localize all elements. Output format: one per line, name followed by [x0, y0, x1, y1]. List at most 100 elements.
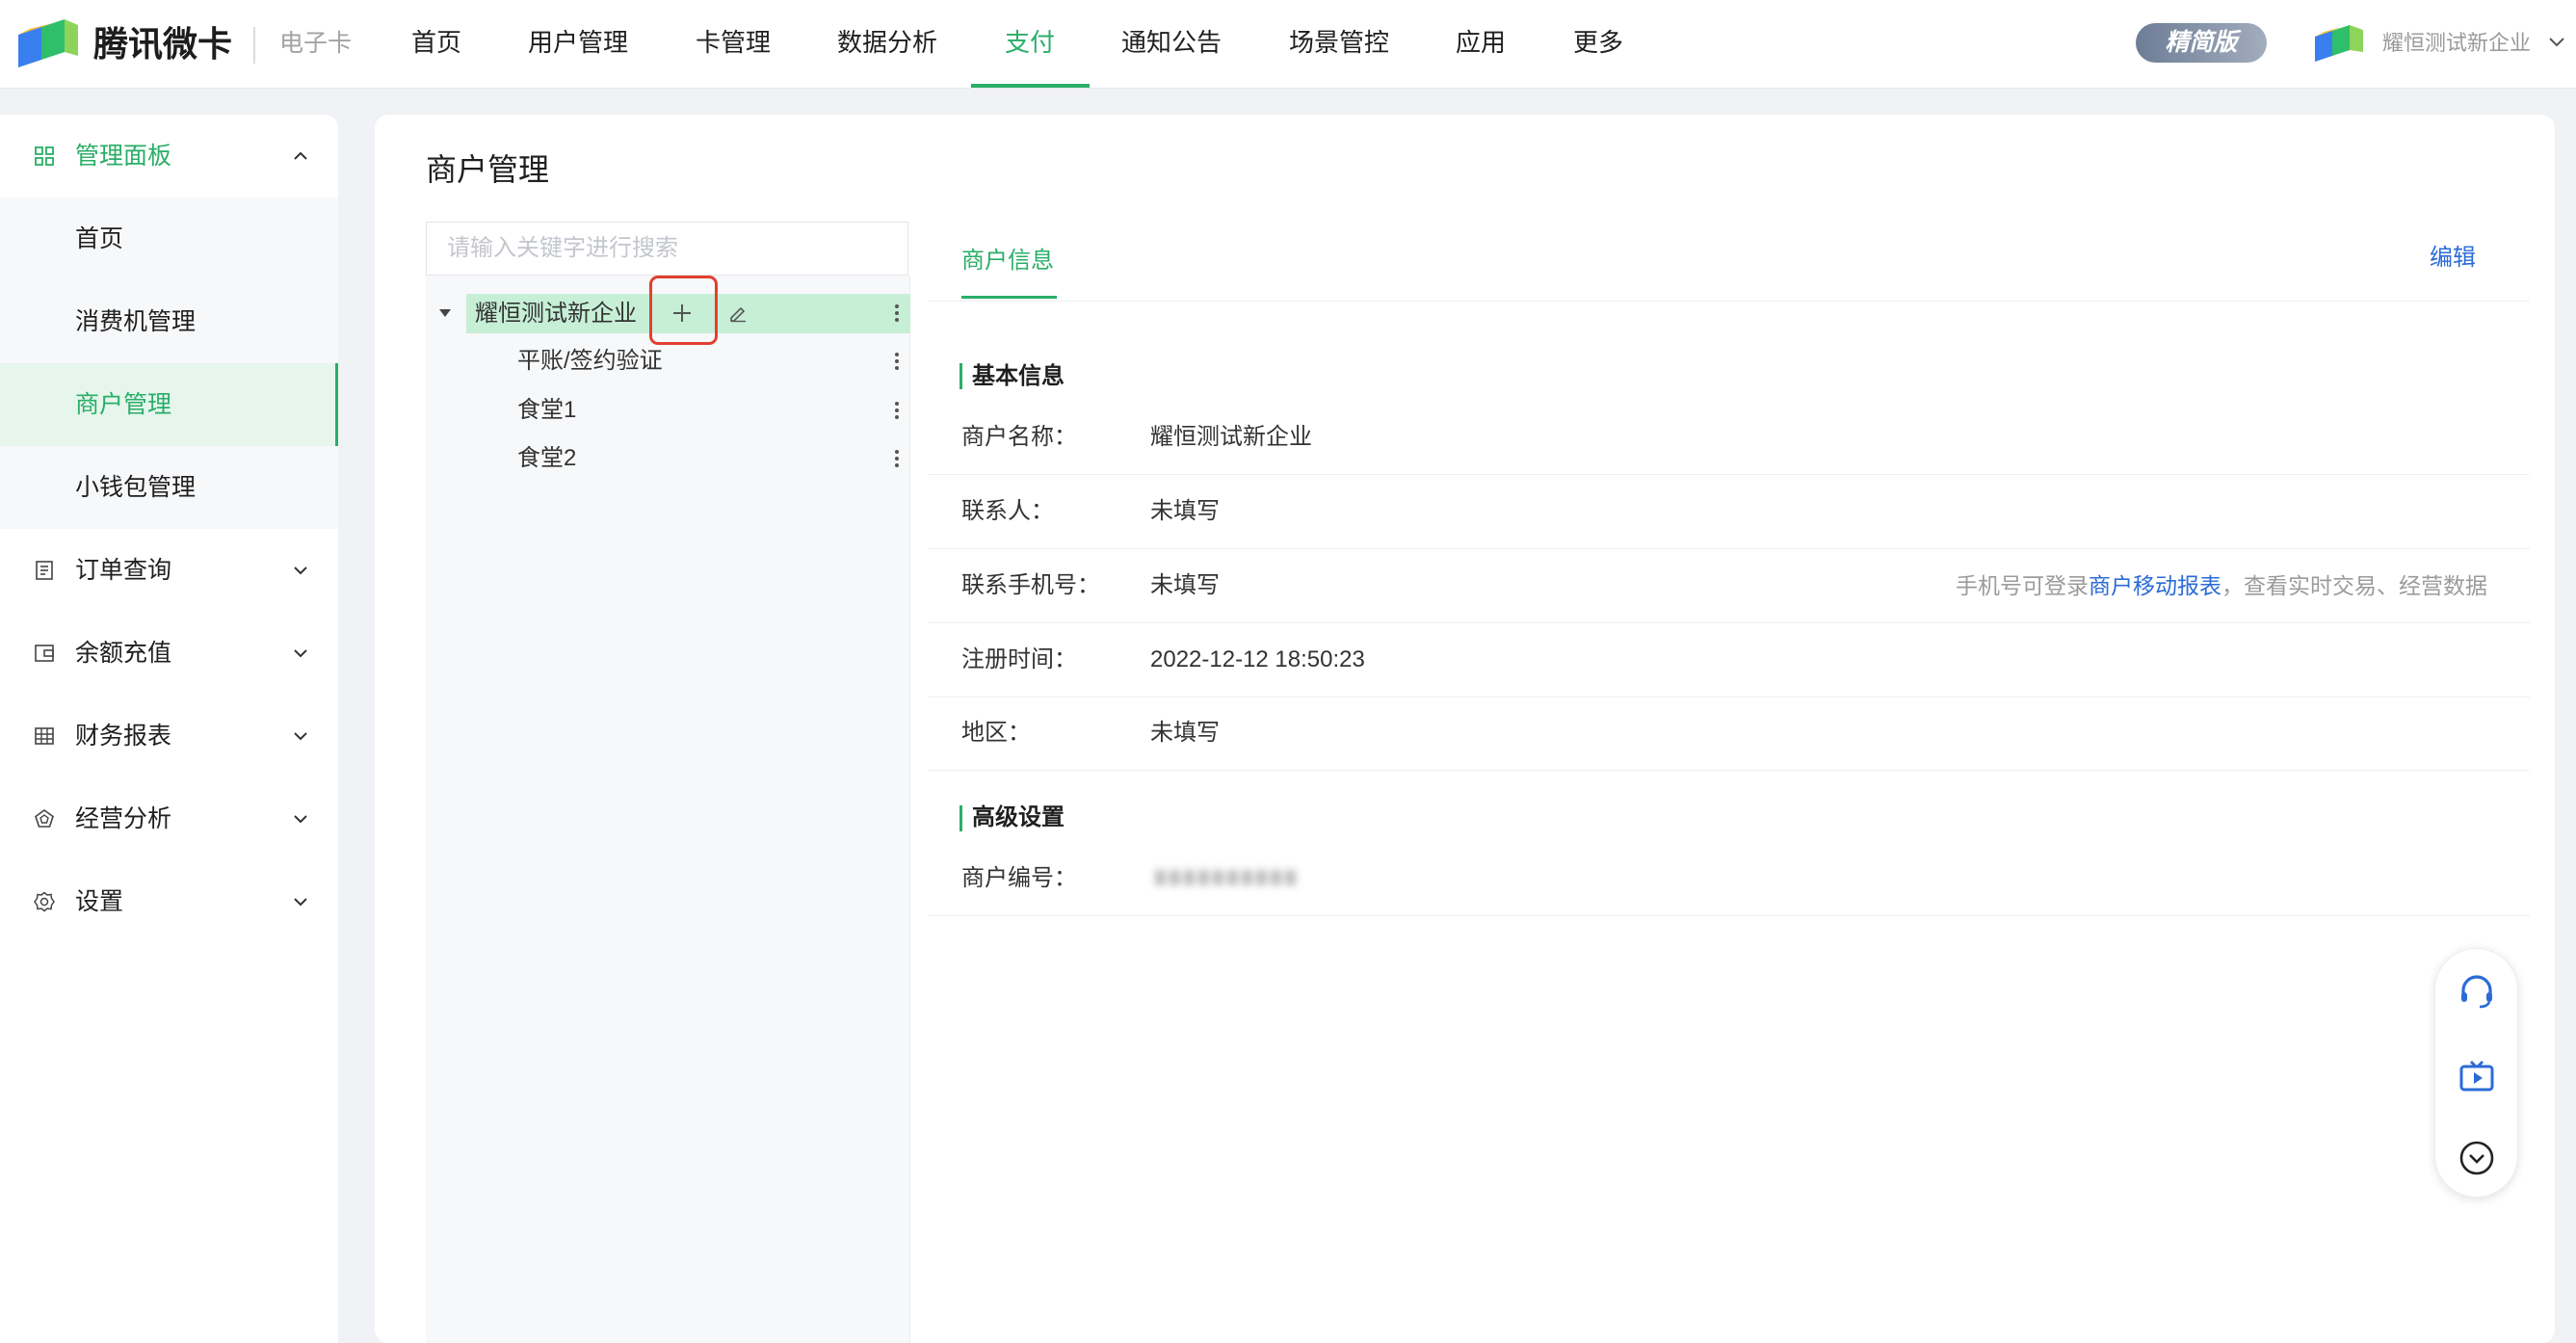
sidebar-item-small-wallet-management[interactable]: 小钱包管理 — [0, 446, 338, 529]
nav-item-card-management[interactable]: 卡管理 — [696, 23, 771, 62]
field-value: 2022-12-12 18:50:23 — [1150, 646, 1365, 672]
tree-search-input[interactable] — [426, 222, 908, 276]
more-vertical-icon[interactable] — [892, 303, 902, 324]
field-value: 未填写 — [1150, 498, 1220, 524]
more-vertical-icon[interactable] — [892, 351, 902, 372]
sidebar-item-label: 首页 — [75, 225, 124, 252]
sidebar: 管理面板 首页 消费机管理 商户管理 小钱包管理 订单查询 余额充值 财务报表 … — [0, 115, 338, 1343]
sidebar-menu-order-query[interactable]: 订单查询 — [0, 529, 338, 612]
info-row-merchant-id: 商户编号： — [928, 842, 2530, 916]
sidebar-menu-financial-reports[interactable]: 财务报表 — [0, 695, 338, 777]
sidebar-menu-label: 财务报表 — [75, 723, 172, 750]
table-icon — [35, 727, 54, 745]
top-navigation-bar: 腾讯微卡 电子卡 首页 用户管理 卡管理 数据分析 支付 通知公告 场景管控 应… — [0, 0, 2576, 89]
analysis-icon — [35, 809, 54, 828]
brand-divider — [253, 27, 255, 64]
order-list-icon — [36, 561, 53, 580]
tab-active-indicator — [961, 296, 1057, 299]
nav-item-announcements[interactable]: 通知公告 — [1121, 23, 1222, 62]
chevron-down-icon — [294, 732, 307, 741]
nav-item-scene-control[interactable]: 场景管控 — [1289, 23, 1389, 62]
chevron-down-icon — [294, 649, 307, 658]
field-label: 商户名称： — [961, 424, 1077, 450]
info-row-contact-phone: 联系手机号： 未填写 手机号可登录商户移动报表，查看实时交易、经营数据 — [928, 549, 2530, 623]
info-row-merchant-name: 商户名称： 耀恒测试新企业 — [928, 401, 2530, 475]
merchant-id-blurred-value — [1155, 870, 1302, 887]
nav-item-user-management[interactable]: 用户管理 — [528, 23, 628, 62]
more-vertical-icon[interactable] — [892, 448, 902, 469]
tree-node-child[interactable]: 食堂1 — [426, 386, 910, 434]
sidebar-menu-business-analysis[interactable]: 经营分析 — [0, 777, 338, 860]
sidebar-menu-balance-recharge[interactable]: 余额充值 — [0, 612, 338, 695]
floating-help-toolbar — [2434, 948, 2518, 1198]
sidebar-menu-label: 经营分析 — [75, 805, 172, 832]
caret-down-icon[interactable] — [438, 308, 452, 318]
wallet-icon — [35, 645, 54, 662]
chevron-down-icon — [294, 566, 307, 575]
headset-icon[interactable] — [2455, 969, 2499, 1014]
sidebar-group-dashboard[interactable]: 管理面板 — [0, 115, 338, 198]
pencil-edit-icon[interactable] — [728, 303, 748, 323]
tree-node-root[interactable]: 耀恒测试新企业 — [475, 294, 637, 333]
more-vertical-icon[interactable] — [892, 400, 902, 421]
sidebar-menu-label: 设置 — [75, 888, 124, 915]
circle-chevron-down-icon[interactable] — [2455, 1136, 2499, 1180]
section-title-advanced: 高级设置 — [972, 804, 1065, 830]
info-row-contact: 联系人： 未填写 — [928, 475, 2530, 549]
hint-prefix: 手机号可登录 — [1956, 573, 2089, 598]
sidebar-item-pos-machine-management[interactable]: 消费机管理 — [0, 280, 338, 363]
chevron-down-icon — [294, 815, 307, 824]
field-label: 地区： — [961, 720, 1031, 746]
info-row-region: 地区： 未填写 — [928, 697, 2530, 771]
field-value: 耀恒测试新企业 — [1150, 424, 1312, 450]
nav-item-home[interactable]: 首页 — [411, 23, 461, 62]
edit-button[interactable]: 编辑 — [2430, 239, 2476, 277]
tree-node-child[interactable]: 平账/签约验证 — [426, 337, 910, 385]
phone-hint: 手机号可登录商户移动报表，查看实时交易、经营数据 — [1956, 549, 2487, 622]
merchant-mobile-report-link[interactable]: 商户移动报表 — [2089, 573, 2221, 598]
field-label: 联系人： — [961, 498, 1054, 524]
field-label: 联系手机号： — [961, 572, 1100, 598]
nav-item-apps[interactable]: 应用 — [1456, 23, 1506, 62]
grid-icon — [35, 146, 54, 166]
chevron-down-icon[interactable] — [2548, 37, 2565, 48]
edition-badge[interactable]: 精简版 — [2136, 23, 2267, 63]
section-marker — [959, 805, 962, 831]
section-marker — [959, 363, 962, 389]
field-label: 注册时间： — [961, 646, 1077, 672]
sidebar-menu-label: 余额充值 — [75, 640, 172, 667]
sidebar-item-home[interactable]: 首页 — [0, 198, 338, 280]
main-content-card: 商户管理 耀恒测试新企业 平账/签约验证 食堂1 — [375, 115, 2555, 1343]
sidebar-menu-label: 订单查询 — [75, 557, 172, 584]
tab-divider — [928, 301, 2530, 302]
tab-merchant-info[interactable]: 商户信息 — [961, 242, 1054, 280]
chevron-down-icon — [294, 898, 307, 907]
field-label: 商户编号： — [961, 865, 1077, 891]
org-logo-icon[interactable] — [2313, 23, 2365, 66]
tree-node-child[interactable]: 食堂2 — [426, 434, 910, 483]
field-value: 未填写 — [1150, 720, 1220, 746]
section-title-basic: 基本信息 — [972, 363, 1065, 389]
hint-suffix: ，查看实时交易、经营数据 — [2221, 573, 2487, 598]
sidebar-group-label: 管理面板 — [75, 143, 172, 170]
add-node-highlight-box — [649, 276, 718, 345]
page-title: 商户管理 — [426, 152, 550, 187]
sidebar-item-merchant-management[interactable]: 商户管理 — [0, 363, 338, 446]
nav-item-data-analysis[interactable]: 数据分析 — [837, 23, 937, 62]
nav-active-indicator — [971, 84, 1090, 88]
tree-node-label: 食堂2 — [517, 445, 577, 471]
tencent-weika-logo-icon[interactable] — [16, 17, 80, 71]
tree-node-label: 平账/签约验证 — [517, 348, 663, 374]
info-row-register-time: 注册时间： 2022-12-12 18:50:23 — [928, 623, 2530, 698]
product-name: 电子卡 — [279, 30, 353, 57]
field-value: 未填写 — [1150, 572, 1220, 598]
sidebar-menu-settings[interactable]: 设置 — [0, 860, 338, 943]
tv-icon[interactable] — [2455, 1055, 2499, 1099]
brand-name: 腾讯微卡 — [93, 24, 233, 64]
merchant-tree-panel: 耀恒测试新企业 平账/签约验证 食堂1 食堂2 — [426, 276, 910, 1343]
nav-item-more[interactable]: 更多 — [1573, 23, 1623, 62]
nav-item-payment[interactable]: 支付 — [1005, 23, 1055, 62]
chevron-up-icon — [294, 151, 307, 160]
sidebar-item-label: 小钱包管理 — [75, 474, 197, 501]
org-name[interactable]: 耀恒测试新企业 — [2382, 26, 2531, 61]
